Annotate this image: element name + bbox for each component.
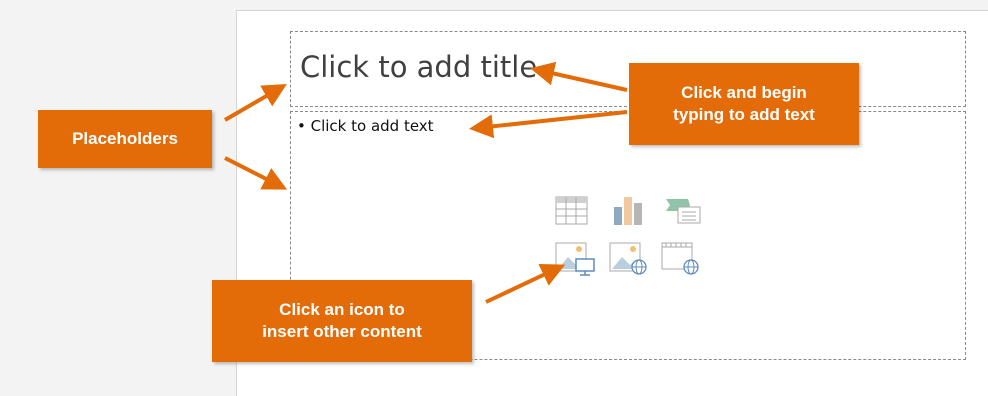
insert-chart-icon[interactable] xyxy=(610,193,646,227)
callout-icon-line2: insert other content xyxy=(262,322,422,341)
callout-click-icon: Click an icon to insert other content xyxy=(212,280,472,362)
callout-typing-line1: Click and begin xyxy=(681,83,807,102)
title-placeholder-text[interactable]: Click to add title xyxy=(300,50,537,84)
callout-placeholders-text: Placeholders xyxy=(72,129,178,148)
content-icon-grid xyxy=(554,193,704,278)
callout-placeholders: Placeholders xyxy=(38,110,212,168)
insert-picture-icon[interactable] xyxy=(554,239,598,277)
insert-video-icon[interactable] xyxy=(660,239,704,277)
callout-icon-line1: Click an icon to xyxy=(279,300,405,319)
insert-online-picture-icon[interactable] xyxy=(608,239,652,277)
title-placeholder[interactable]: Click to add title xyxy=(290,31,966,107)
content-placeholder-text[interactable]: • Click to add text xyxy=(297,117,434,135)
insert-table-icon[interactable] xyxy=(554,193,590,227)
callout-typing-line2: typing to add text xyxy=(673,105,815,124)
callout-click-and-type: Click and begin typing to add text xyxy=(629,63,859,145)
insert-smartart-icon[interactable] xyxy=(664,193,702,227)
